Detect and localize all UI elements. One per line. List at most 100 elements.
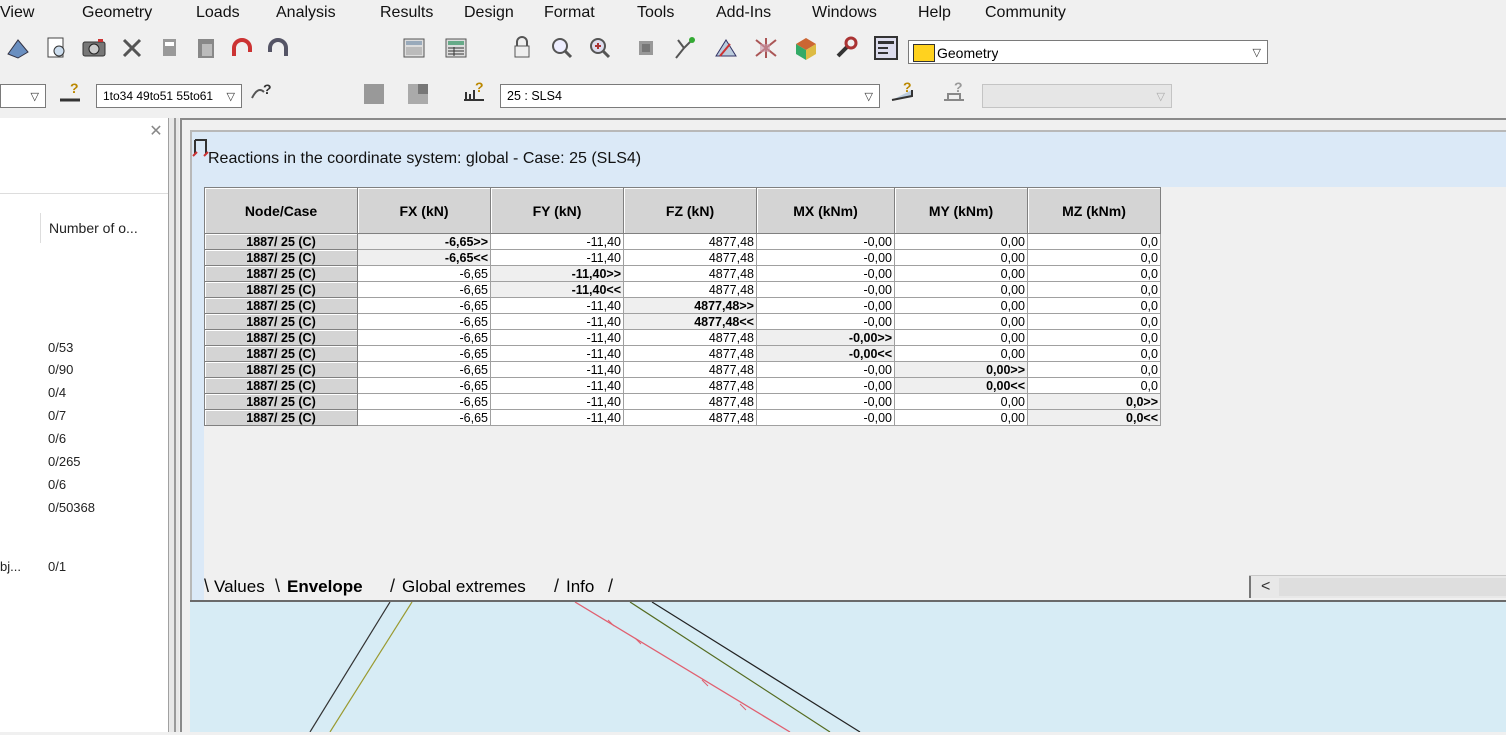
node-case-cell[interactable]: 1887/ 25 (C) xyxy=(204,361,358,378)
table-row[interactable]: 1887/ 25 (C) -6,65 -11,40<< 4877,48 -0,00 0,0… xyxy=(204,281,1161,298)
node-case-cell[interactable]: 1887/ 25 (C) xyxy=(204,313,358,330)
value-cell[interactable]: -0,00 xyxy=(756,393,895,410)
value-cell[interactable]: 4877,48 xyxy=(623,345,757,362)
value-cell[interactable]: 4877,48 xyxy=(623,377,757,394)
value-cell[interactable]: 0,00 xyxy=(894,313,1028,330)
selection-type-combo[interactable]: ▽ xyxy=(0,84,46,108)
value-cell[interactable]: -11,40 xyxy=(490,313,624,330)
undo-icon[interactable] xyxy=(228,34,256,62)
column-header[interactable]: MY (kNm) xyxy=(894,187,1028,234)
table-row[interactable]: 1887/ 25 (C) -6,65 -11,40>> 4877,48 -0,00 0,0… xyxy=(204,265,1161,282)
scroll-left-icon[interactable]: < xyxy=(1261,578,1270,596)
table-row[interactable]: 1887/ 25 (C) -6,65 -11,40 4877,48 -0,00 0,00 0… xyxy=(204,409,1161,426)
horizontal-scrollbar[interactable]: < xyxy=(1249,575,1506,598)
value-cell[interactable]: 0,00 xyxy=(894,233,1028,250)
menu-results[interactable]: Results xyxy=(380,4,433,22)
value-cell[interactable]: 4877,48 xyxy=(623,233,757,250)
value-cell[interactable]: -6,65 xyxy=(357,265,491,282)
value-cell[interactable]: 0,0 xyxy=(1027,345,1161,362)
column-header[interactable]: FZ (kN) xyxy=(623,187,757,234)
menu-geometry[interactable]: Geometry xyxy=(82,4,152,22)
model-icon[interactable] xyxy=(632,34,660,62)
value-cell[interactable]: 0,0 xyxy=(1027,361,1161,378)
value-cell[interactable]: 4877,48 xyxy=(623,361,757,378)
value-cell[interactable]: 0,0 xyxy=(1027,281,1161,298)
paste-icon[interactable] xyxy=(192,34,220,62)
node-case-cell[interactable]: 1887/ 25 (C) xyxy=(204,265,358,282)
value-cell[interactable]: -11,40 xyxy=(490,409,624,426)
value-cell[interactable]: -0,00 xyxy=(756,361,895,378)
value-cell[interactable]: -6,65<< xyxy=(357,249,491,266)
value-cell[interactable]: 0,0 xyxy=(1027,265,1161,282)
menu-help[interactable]: Help xyxy=(918,4,951,22)
value-cell[interactable]: -6,65 xyxy=(357,297,491,314)
column-header[interactable]: MZ (kNm) xyxy=(1027,187,1161,234)
value-cell[interactable]: -6,65 xyxy=(357,377,491,394)
value-cell[interactable]: -11,40 xyxy=(490,393,624,410)
value-cell[interactable]: -6,65 xyxy=(357,361,491,378)
node-case-cell[interactable]: 1887/ 25 (C) xyxy=(204,409,358,426)
value-cell[interactable]: 0,00 xyxy=(894,409,1028,426)
delete-icon[interactable] xyxy=(118,34,146,62)
calculator-icon[interactable] xyxy=(400,34,428,62)
value-cell[interactable]: -0,00>> xyxy=(756,329,895,346)
menu-add-ins[interactable]: Add-Ins xyxy=(716,4,771,22)
value-cell[interactable]: 0,00<< xyxy=(894,377,1028,394)
value-cell[interactable]: 4877,48 xyxy=(623,265,757,282)
node-case-cell[interactable]: 1887/ 25 (C) xyxy=(204,345,358,362)
node-case-cell[interactable]: 1887/ 25 (C) xyxy=(204,233,358,250)
design-branch-icon[interactable] xyxy=(670,34,698,62)
menu-tools[interactable]: Tools xyxy=(637,4,674,22)
value-cell[interactable]: -11,40 xyxy=(490,345,624,362)
redo-icon[interactable] xyxy=(264,34,292,62)
zoom-window-icon[interactable] xyxy=(586,34,614,62)
copy-icon[interactable] xyxy=(156,34,184,62)
value-cell[interactable]: -11,40 xyxy=(490,377,624,394)
column-header[interactable]: FX (kN) xyxy=(357,187,491,234)
value-cell[interactable]: 4877,48 xyxy=(623,409,757,426)
value-cell[interactable]: -0,00 xyxy=(756,265,895,282)
value-cell[interactable]: -11,40 xyxy=(490,233,624,250)
node-case-cell[interactable]: 1887/ 25 (C) xyxy=(204,377,358,394)
node-case-cell[interactable]: 1887/ 25 (C) xyxy=(204,281,358,298)
value-cell[interactable]: 4877,48 xyxy=(623,329,757,346)
menu-view[interactable]: View xyxy=(0,4,34,22)
column-header[interactable]: FY (kN) xyxy=(490,187,624,234)
value-cell[interactable]: 0,00 xyxy=(894,249,1028,266)
lock-icon[interactable] xyxy=(508,34,536,62)
drawing-icon[interactable] xyxy=(712,34,740,62)
table-row[interactable]: 1887/ 25 (C) -6,65<< -11,40 4877,48 -0,00 0,0… xyxy=(204,249,1161,266)
menu-analysis[interactable]: Analysis xyxy=(276,4,336,22)
scrollbar-track[interactable] xyxy=(1279,578,1506,596)
value-cell[interactable]: -0,00 xyxy=(756,297,895,314)
value-cell[interactable]: -11,40<< xyxy=(490,281,624,298)
node-case-cell[interactable]: 1887/ 25 (C) xyxy=(204,297,358,314)
load-case-combo[interactable]: 25 : SLS4 ▽ xyxy=(500,84,880,108)
value-cell[interactable]: -6,65>> xyxy=(357,233,491,250)
menu-design[interactable]: Design xyxy=(464,4,514,22)
value-cell[interactable]: -0,00 xyxy=(756,249,895,266)
table-row[interactable]: 1887/ 25 (C) -6,65 -11,40 4877,48 -0,00 0,00<… xyxy=(204,377,1161,394)
node-case-cell[interactable]: 1887/ 25 (C) xyxy=(204,329,358,346)
bar-selection-icon[interactable] xyxy=(360,80,388,108)
value-cell[interactable]: 0,00>> xyxy=(894,361,1028,378)
model-viewport[interactable] xyxy=(190,600,1506,733)
menu-loads[interactable]: Loads xyxy=(196,4,240,22)
node-case-cell[interactable]: 1887/ 25 (C) xyxy=(204,393,358,410)
case-selection-icon[interactable]: ? xyxy=(460,78,488,106)
value-cell[interactable]: 0,0<< xyxy=(1027,409,1161,426)
value-cell[interactable]: 0,0 xyxy=(1027,249,1161,266)
open-project-icon[interactable] xyxy=(4,34,32,62)
tab-global-extremes[interactable]: Global extremes xyxy=(402,577,526,597)
materials-icon[interactable] xyxy=(792,34,820,62)
value-cell[interactable]: 0,00 xyxy=(894,297,1028,314)
value-cell[interactable]: -0,00 xyxy=(756,281,895,298)
table-row[interactable]: 1887/ 25 (C) -6,65 -11,40 4877,48<< -0,00 0,0… xyxy=(204,313,1161,330)
value-cell[interactable]: 4877,48 xyxy=(623,281,757,298)
zoom-icon[interactable] xyxy=(548,34,576,62)
value-cell[interactable]: 0,0 xyxy=(1027,377,1161,394)
value-cell[interactable]: -6,65 xyxy=(357,281,491,298)
panel-splitter[interactable] xyxy=(169,118,179,732)
value-cell[interactable]: 0,00 xyxy=(894,281,1028,298)
node-selection-icon[interactable]: ? xyxy=(56,78,84,106)
